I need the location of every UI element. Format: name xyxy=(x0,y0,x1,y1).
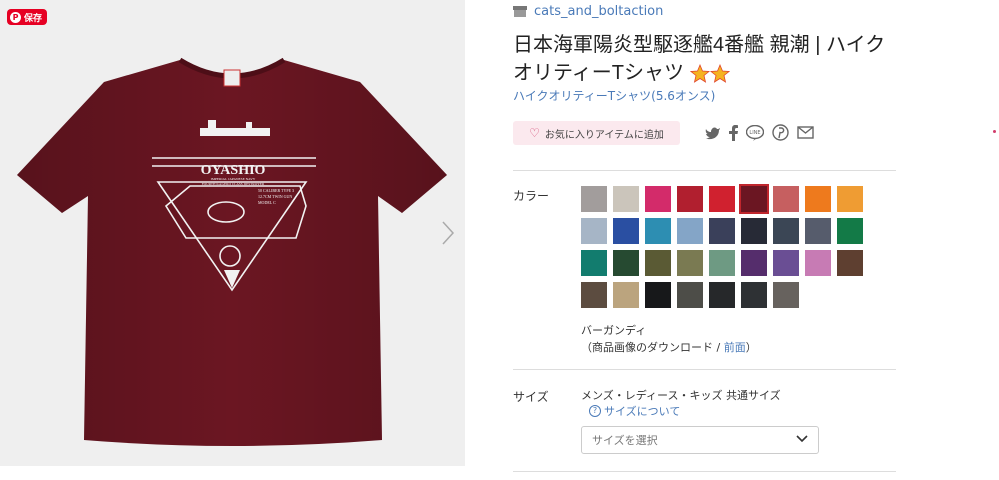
color-swatch[interactable] xyxy=(613,282,639,308)
print-sub1: IMPERIAL JAPANESE NAVY xyxy=(211,177,256,181)
product-title: 日本海軍陽炎型駆逐艦4番艦 親潮 | ハイクオリティーTシャツ xyxy=(513,31,893,87)
print-spec2: 12.7CM TWIN GUN xyxy=(258,194,292,199)
color-swatch[interactable] xyxy=(645,186,671,212)
color-swatch[interactable] xyxy=(677,282,703,308)
pinterest-save-label: 保存 xyxy=(24,13,43,24)
facebook-icon[interactable] xyxy=(729,124,738,141)
shop-icon xyxy=(513,6,527,17)
print-spec1: 50 CALIBER TYPE 3 xyxy=(258,188,294,193)
mail-icon[interactable] xyxy=(797,126,814,139)
color-swatch[interactable] xyxy=(581,282,607,308)
add-favorite-button[interactable]: ♡ お気に入りアイテムに追加 xyxy=(513,121,680,145)
size-select-placeholder: サイズを選択 xyxy=(592,434,658,447)
divider-top xyxy=(513,170,896,171)
print-title: OYASHIO xyxy=(201,163,266,178)
pinterest-save-button[interactable]: P 保存 xyxy=(7,9,48,25)
color-swatch[interactable] xyxy=(773,282,799,308)
size-label: サイズ xyxy=(513,390,549,404)
color-swatch[interactable] xyxy=(613,218,639,244)
color-swatch[interactable] xyxy=(805,218,831,244)
color-swatch[interactable] xyxy=(645,250,671,276)
color-swatch[interactable] xyxy=(677,218,703,244)
selected-color-name: バーガンディ xyxy=(581,324,647,337)
color-swatch[interactable] xyxy=(677,250,703,276)
favorite-label: お気に入りアイテムに追加 xyxy=(544,129,664,141)
color-swatch[interactable] xyxy=(613,186,639,212)
color-swatch[interactable] xyxy=(805,186,831,212)
color-swatch[interactable] xyxy=(837,218,863,244)
print-spec3: MODEL C xyxy=(258,200,276,205)
color-swatch[interactable] xyxy=(581,186,607,212)
color-swatch[interactable] xyxy=(645,282,671,308)
twitter-icon[interactable] xyxy=(705,126,721,140)
color-swatch[interactable] xyxy=(581,218,607,244)
color-download: （商品画像のダウンロード / 前面） xyxy=(581,339,757,355)
svg-text:LINE: LINE xyxy=(749,130,760,136)
shop-link[interactable]: cats_and_boltaction xyxy=(513,4,663,19)
download-front-link[interactable]: 前面 xyxy=(724,341,746,354)
line-icon[interactable]: LINE xyxy=(746,124,764,141)
size-note: メンズ・レディース・キッズ 共通サイズ xyxy=(581,389,781,402)
color-swatch[interactable] xyxy=(581,250,607,276)
color-swatch[interactable] xyxy=(741,282,767,308)
shop-name: cats_and_boltaction xyxy=(534,4,664,19)
color-swatch[interactable] xyxy=(837,186,863,212)
tshirt-image[interactable]: OYASHIO IMPERIAL JAPANESE NAVY FOURTH KA… xyxy=(0,0,465,466)
product-image-area: OYASHIO IMPERIAL JAPANESE NAVY FOURTH KA… xyxy=(0,0,465,466)
color-swatch[interactable] xyxy=(837,250,863,276)
color-swatch[interactable] xyxy=(773,250,799,276)
pinterest-share-icon[interactable] xyxy=(772,124,789,141)
print-sub2: FOURTH KAGERO CLASS DESTROYER xyxy=(202,182,265,186)
color-swatch[interactable] xyxy=(709,250,735,276)
size-info-link[interactable]: ? サイズについて xyxy=(589,403,680,419)
share-icons: LINE xyxy=(705,124,814,141)
color-swatch[interactable] xyxy=(709,282,735,308)
divider-mid xyxy=(513,369,896,370)
chevron-down-icon xyxy=(796,435,808,443)
indicator-dot xyxy=(993,130,996,133)
pinterest-icon: P xyxy=(10,11,21,23)
star-icon xyxy=(689,63,730,83)
help-icon: ? xyxy=(589,405,601,417)
size-select[interactable]: サイズを選択 xyxy=(581,426,819,454)
size-info-label: サイズについて xyxy=(604,405,681,418)
color-swatch[interactable] xyxy=(741,250,767,276)
color-swatch[interactable] xyxy=(709,186,735,212)
heart-icon: ♡ xyxy=(529,126,540,140)
color-swatch[interactable] xyxy=(613,250,639,276)
color-swatch[interactable] xyxy=(741,218,767,244)
color-swatch[interactable] xyxy=(709,218,735,244)
color-swatch[interactable] xyxy=(773,186,799,212)
chevron-right-icon[interactable] xyxy=(441,220,455,246)
divider-bottom xyxy=(513,471,896,472)
color-label: カラー xyxy=(513,189,550,203)
color-swatch[interactable] xyxy=(739,184,769,214)
color-swatch[interactable] xyxy=(645,218,671,244)
download-suffix: ） xyxy=(745,341,757,354)
download-prefix: （商品画像のダウンロード / xyxy=(581,341,724,354)
color-swatch[interactable] xyxy=(805,250,831,276)
color-swatch[interactable] xyxy=(773,218,799,244)
product-subtype-link[interactable]: ハイクオリティーTシャツ(5.6オンス) xyxy=(513,87,715,104)
color-swatch[interactable] xyxy=(677,186,703,212)
